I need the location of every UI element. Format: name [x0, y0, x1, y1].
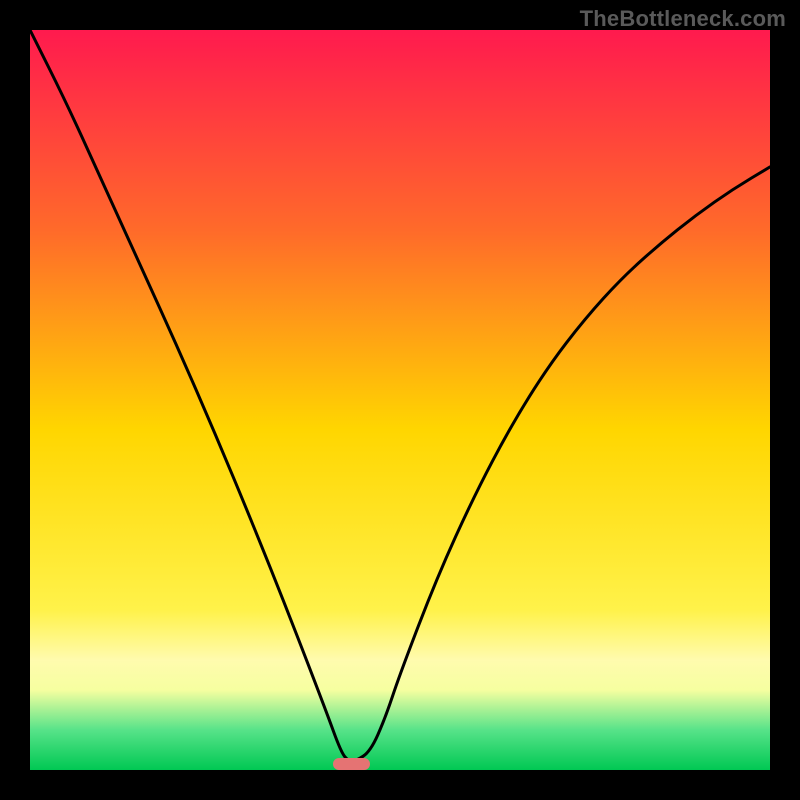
minimum-marker-pill [333, 758, 370, 770]
watermark-text: TheBottleneck.com [580, 6, 786, 32]
plot-area [30, 30, 770, 770]
curve-path [30, 30, 770, 761]
chart-frame: TheBottleneck.com [0, 0, 800, 800]
bottleneck-curve [30, 30, 770, 770]
